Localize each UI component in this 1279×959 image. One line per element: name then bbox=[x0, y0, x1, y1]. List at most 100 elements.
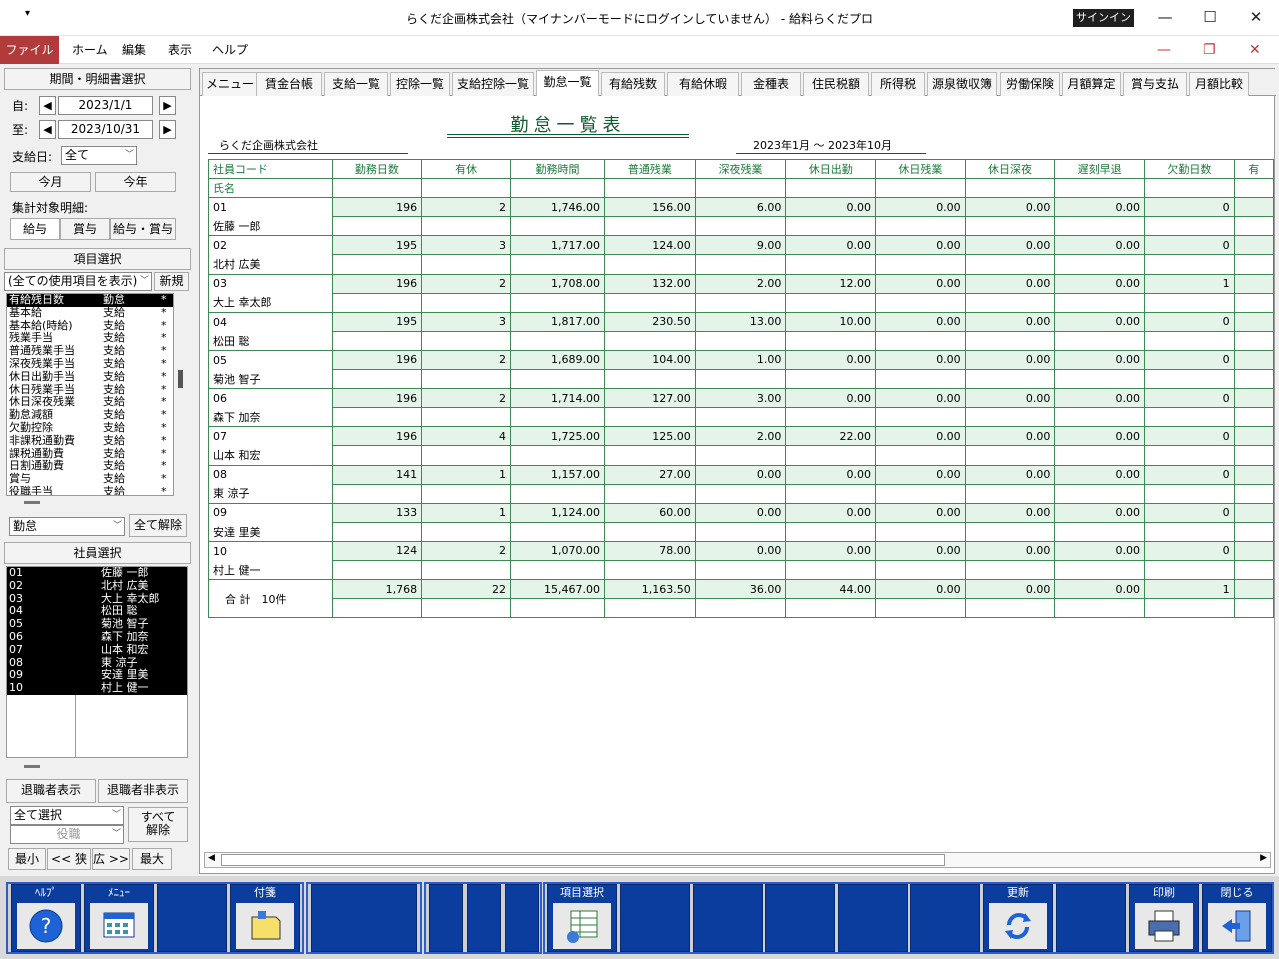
table-row[interactable]: 10 124 2 1,070.00 78.00 0.00 0.00 0.00 0.00 0.00 0 bbox=[208, 540, 1274, 561]
employee-select-header[interactable]: 社員選択 bbox=[4, 542, 191, 564]
category-select[interactable]: 勤怠 ﹀ bbox=[9, 517, 125, 536]
menu-help[interactable]: ヘルプ bbox=[212, 36, 248, 64]
employee-row[interactable]: 08 東 涼子 bbox=[7, 656, 187, 670]
tab-12[interactable]: 労働保険 bbox=[1000, 72, 1060, 96]
table-row[interactable]: 08 141 1 1,157.00 27.00 0.00 0.00 0.00 0.00 0.00 0 bbox=[208, 464, 1274, 485]
menu-home[interactable]: ホーム bbox=[72, 36, 108, 64]
tab-1[interactable]: 賃金台帳 bbox=[256, 72, 322, 96]
employee-row[interactable]: 02 北村 広美 bbox=[7, 579, 187, 593]
tab-14[interactable]: 賞与支払 bbox=[1123, 72, 1187, 96]
new-item-button[interactable]: 新規 bbox=[154, 272, 189, 291]
position-select[interactable]: 役職 ﹀ bbox=[10, 825, 124, 844]
tab-3[interactable]: 控除一覧 bbox=[390, 72, 450, 96]
to-date-field[interactable]: 2023/10/31 bbox=[58, 120, 153, 139]
item-filter-select[interactable]: (全ての使用項目を表示) ﹀ bbox=[4, 272, 152, 291]
item-list-row[interactable]: 欠勤控除 支給 * bbox=[7, 421, 173, 435]
tab-0[interactable]: メニュー bbox=[202, 72, 258, 96]
close-window-button[interactable]: ✕ bbox=[1241, 6, 1271, 28]
doc-minimize-button[interactable]: — bbox=[1157, 42, 1171, 58]
resize-handle[interactable] bbox=[24, 501, 40, 504]
item-list-scrollbar[interactable] bbox=[178, 370, 183, 388]
to-next-button[interactable]: ▶ bbox=[159, 120, 176, 139]
tab-6[interactable]: 有給残数 bbox=[601, 72, 665, 96]
zoom-wide-button[interactable]: 広 >> bbox=[92, 848, 130, 870]
signin-button[interactable]: サインイン bbox=[1073, 9, 1134, 27]
tab-9[interactable]: 住民税額 bbox=[803, 72, 869, 96]
item-list-row[interactable]: 有給残日数 勤怠 * bbox=[7, 294, 173, 307]
employee-row[interactable]: 03 大上 幸太郎 bbox=[7, 592, 187, 606]
close-button[interactable]: 閉じる bbox=[1202, 884, 1272, 952]
table-row-sub[interactable]: 山本 和宏 bbox=[208, 445, 1274, 466]
menu-button[interactable]: ﾒﾆｭｰ bbox=[84, 884, 154, 952]
clear-all-button[interactable]: 全て解除 bbox=[129, 514, 187, 537]
target-salary-button[interactable]: 給与 bbox=[10, 218, 60, 240]
doc-close-button[interactable]: ✕ bbox=[1249, 42, 1261, 58]
this-month-button[interactable]: 今月 bbox=[10, 172, 91, 192]
tab-4[interactable]: 支給控除一覧 bbox=[452, 72, 534, 96]
item-select-header[interactable]: 項目選択 bbox=[4, 248, 191, 270]
scroll-thumb[interactable] bbox=[221, 854, 945, 866]
table-row-sub[interactable]: 菊池 智子 bbox=[208, 369, 1274, 390]
minimize-button[interactable]: — bbox=[1150, 6, 1180, 28]
table-row[interactable]: 05 196 2 1,689.00 104.00 1.00 0.00 0.00 0.00 0.00… bbox=[208, 349, 1274, 371]
tab-8[interactable]: 金種表 bbox=[741, 72, 801, 96]
table-row[interactable]: 02 195 3 1,717.00 124.00 9.00 0.00 0.00 0.00 0.00… bbox=[208, 235, 1274, 256]
help-button[interactable]: ﾍﾙﾌﾟ ? bbox=[11, 884, 81, 952]
item-list-row[interactable]: 休日出勤手当 支給 * bbox=[7, 370, 173, 384]
maximize-button[interactable]: ☐ bbox=[1195, 6, 1225, 28]
employee-row[interactable]: 04 松田 聡 bbox=[7, 605, 187, 619]
employee-row[interactable]: 01 佐藤 一郎 bbox=[7, 567, 187, 580]
item-list-row[interactable]: 基本給 支給 * bbox=[7, 306, 173, 320]
item-select-button[interactable]: 項目選択 bbox=[547, 884, 617, 952]
tab-15[interactable]: 月額比較 bbox=[1189, 72, 1249, 96]
item-list-row[interactable]: 役職手当 支給 * bbox=[7, 485, 173, 495]
employee-row[interactable]: 07 山本 和宏 bbox=[7, 643, 187, 657]
scroll-left-icon[interactable]: ◀ bbox=[208, 853, 215, 863]
item-list-row[interactable]: 非課税通勤費 支給 * bbox=[7, 434, 173, 448]
table-row-sub[interactable]: 安達 里美 bbox=[208, 521, 1274, 542]
show-retired-button[interactable]: 退職者表示 bbox=[6, 779, 96, 803]
file-menu[interactable]: ファイル bbox=[0, 36, 59, 64]
from-prev-button[interactable]: ◀ bbox=[39, 96, 56, 115]
item-list-row[interactable]: 深夜残業手当 支給 * bbox=[7, 357, 173, 371]
horizontal-scrollbar[interactable]: ◀ ▶ bbox=[204, 852, 1271, 868]
payday-select[interactable]: 全て ﹀ bbox=[61, 146, 137, 165]
table-row-sub[interactable]: 東 涼子 bbox=[208, 483, 1274, 504]
attendance-grid[interactable]: 社員コード 勤務日数 有休 勤務時間 普通残業 深夜残業 休日出勤 休日残業 休日深夜 遅刻早退欠… bbox=[208, 159, 1274, 627]
scroll-right-icon[interactable]: ▶ bbox=[1260, 853, 1267, 863]
item-list[interactable]: 有給残日数 勤怠 * 基本給 支給 * 基本給(時給) 支給 * 残業手当 支給 * 普通残業手当 支給 *… bbox=[6, 293, 174, 496]
menu-edit[interactable]: 編集 bbox=[122, 36, 146, 64]
from-date-field[interactable]: 2023/1/1 bbox=[58, 96, 153, 115]
menu-view[interactable]: 表示 bbox=[168, 36, 192, 64]
tab-13[interactable]: 月額算定 bbox=[1062, 72, 1121, 96]
table-row[interactable]: 07 196 4 1,725.00 125.00 2.00 22.00 0.00 0.00 0.0… bbox=[208, 426, 1274, 447]
note-button[interactable]: 付箋 bbox=[230, 884, 300, 952]
resize-handle[interactable] bbox=[24, 765, 40, 768]
tab-5[interactable]: 勤怠一覧 bbox=[536, 70, 599, 96]
table-row[interactable]: 04 195 3 1,817.00 230.50 13.00 10.00 0.00 0.00 0.… bbox=[208, 311, 1274, 332]
employee-row[interactable]: 06 森下 加奈 bbox=[7, 630, 187, 644]
to-prev-button[interactable]: ◀ bbox=[39, 120, 56, 139]
period-header[interactable]: 期間・明細書選択 bbox=[4, 68, 191, 90]
employee-row[interactable]: 05 菊池 智子 bbox=[7, 617, 187, 631]
refresh-button[interactable]: 更新 bbox=[983, 884, 1053, 952]
print-button[interactable]: 印刷 bbox=[1129, 884, 1199, 952]
employee-row[interactable]: 10 村上 健一 bbox=[7, 681, 187, 695]
table-row-sub[interactable]: 大上 幸太郎 bbox=[208, 292, 1274, 313]
doc-restore-button[interactable]: ❐ bbox=[1203, 42, 1216, 58]
zoom-min-button[interactable]: 最小 bbox=[8, 848, 46, 870]
target-both-button[interactable]: 給与・賞与 bbox=[110, 218, 176, 240]
zoom-narrow-button[interactable]: << 狭 bbox=[47, 848, 91, 870]
table-row[interactable]: 09 133 1 1,124.00 60.00 0.00 0.00 0.00 0.00 0.00 0 bbox=[208, 502, 1274, 523]
tab-7[interactable]: 有給休暇 bbox=[667, 72, 739, 96]
tab-11[interactable]: 源泉徴収簿 bbox=[927, 72, 997, 96]
employee-list[interactable]: 01 佐藤 一郎 02 北村 広美 03 大上 幸太郎 04 松田 聡 05 菊池 智子 06 森下 … bbox=[6, 566, 188, 758]
table-row-sub[interactable]: 佐藤 一郎 bbox=[208, 216, 1274, 237]
target-bonus-button[interactable]: 賞与 bbox=[60, 218, 110, 240]
table-row[interactable]: 01 196 2 1,746.00 156.00 6.00 0.00 0.00 0.00 0.00… bbox=[208, 197, 1274, 218]
from-next-button[interactable]: ▶ bbox=[159, 96, 176, 115]
table-row-sub[interactable]: 北村 広美 bbox=[208, 254, 1274, 275]
table-row[interactable]: 06 196 2 1,714.00 127.00 3.00 0.00 0.00 0.00 0.00… bbox=[208, 388, 1274, 409]
tab-2[interactable]: 支給一覧 bbox=[324, 72, 388, 96]
table-row-sub[interactable]: 村上 健一 bbox=[208, 559, 1274, 581]
